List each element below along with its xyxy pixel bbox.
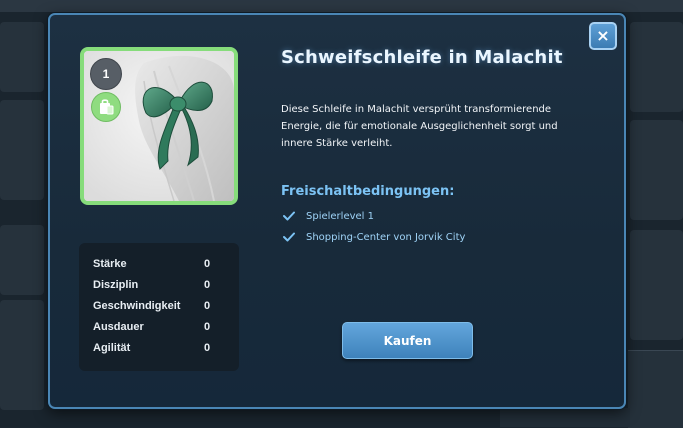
shopping-bag-icon xyxy=(91,92,121,122)
background-tile xyxy=(630,230,683,340)
stat-name: Stärke xyxy=(93,258,127,270)
checkmark-icon xyxy=(283,232,295,245)
stat-name: Ausdauer xyxy=(93,321,144,333)
background-top-bar xyxy=(0,0,683,12)
background-tile xyxy=(0,22,44,92)
condition-text: Shopping-Center von Jorvik City xyxy=(306,232,466,243)
stat-row: Stärke 0 xyxy=(79,254,239,275)
close-icon: × xyxy=(596,25,610,45)
background-tile xyxy=(0,300,44,410)
stat-name: Disziplin xyxy=(93,279,139,291)
stats-panel: Stärke 0 Disziplin 0 Geschwindigkeit 0 A… xyxy=(79,243,239,371)
stat-value: 0 xyxy=(204,342,211,354)
background-tile xyxy=(0,100,44,200)
background-tile xyxy=(0,225,44,295)
buy-button[interactable]: Kaufen xyxy=(342,322,473,359)
unlock-conditions-title: Freischaltbedingungen: xyxy=(281,184,455,199)
checkmark-icon xyxy=(283,211,295,224)
stat-row: Agilität 0 xyxy=(79,338,239,359)
stat-name: Agilität xyxy=(93,342,131,354)
stat-value: 0 xyxy=(204,321,211,333)
background-stats-strip xyxy=(500,408,630,427)
item-title: Schweifschleife in Malachit xyxy=(281,47,563,68)
condition-text: Spielerlevel 1 xyxy=(306,211,374,222)
stat-value: 0 xyxy=(204,300,211,312)
background-side-panel xyxy=(628,350,683,428)
stat-name: Geschwindigkeit xyxy=(93,300,181,312)
stat-value: 0 xyxy=(204,258,211,270)
stat-row: Ausdauer 0 xyxy=(79,317,239,338)
item-description: Diese Schleife in Malachit versprüht tra… xyxy=(281,104,558,149)
stat-value: 0 xyxy=(204,279,211,291)
background-tile xyxy=(630,22,683,112)
background-tile xyxy=(630,120,683,220)
close-button[interactable]: × xyxy=(589,22,617,50)
stat-row: Disziplin 0 xyxy=(79,275,239,296)
item-level-badge: 1 xyxy=(90,58,122,90)
stat-row: Geschwindigkeit 0 xyxy=(79,296,239,317)
